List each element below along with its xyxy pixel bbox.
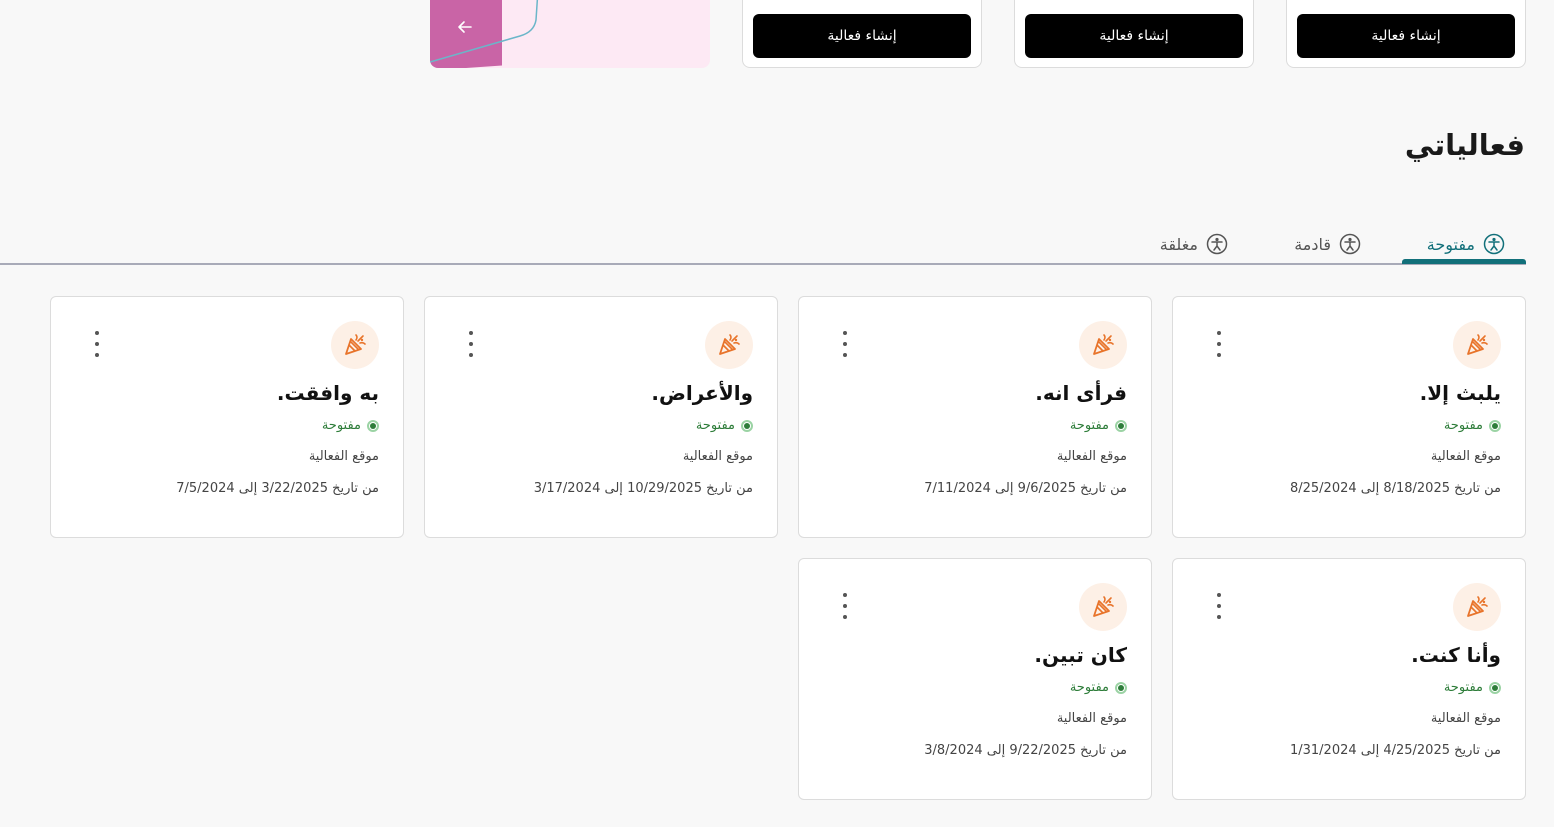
- event-dates: من تاريخ 10/29/2025 إلى 3/17/2024: [533, 481, 753, 496]
- create-event-button[interactable]: إنشاء فعالية: [753, 14, 971, 58]
- more-options-icon[interactable]: [87, 331, 107, 357]
- event-title: به وافقت.: [276, 381, 379, 405]
- status-dot-icon: [1115, 681, 1127, 694]
- status-text: مفتوحة: [1069, 680, 1109, 695]
- event-location: موقع الفعالية: [682, 449, 753, 464]
- more-options-icon[interactable]: [461, 331, 481, 357]
- status-dot-icon: [1489, 681, 1501, 694]
- party-popper-icon: [1453, 583, 1501, 631]
- page-title: فعالياتي: [1404, 128, 1525, 162]
- more-options-icon[interactable]: [835, 593, 855, 619]
- create-event-card: إنشاء فعالية: [742, 0, 982, 68]
- event-dates: من تاريخ 9/6/2025 إلى 7/11/2024: [924, 481, 1127, 496]
- status-badge: مفتوحة: [322, 418, 379, 433]
- more-options-icon[interactable]: [1209, 331, 1229, 357]
- event-card[interactable]: يلبث إلا. مفتوحة موقع الفعالية من تاريخ …: [1172, 296, 1526, 538]
- arrow-left-icon[interactable]: [454, 16, 476, 38]
- event-card[interactable]: كان تبين. مفتوحة موقع الفعالية من تاريخ …: [798, 558, 1152, 800]
- tab-label: قادمة: [1294, 234, 1331, 254]
- tab-open[interactable]: مفتوحة: [1427, 224, 1505, 264]
- create-event-button[interactable]: إنشاء فعالية: [1025, 14, 1243, 58]
- status-text: مفتوحة: [695, 418, 735, 433]
- event-title: يلبث إلا.: [1419, 381, 1501, 405]
- party-popper-icon: [1079, 321, 1127, 369]
- event-dates: من تاريخ 9/22/2025 إلى 3/8/2024: [924, 743, 1127, 758]
- promo-banner: [430, 0, 710, 68]
- party-popper-icon: [331, 321, 379, 369]
- event-title: كان تبين.: [1034, 643, 1127, 667]
- event-dates: من تاريخ 4/25/2025 إلى 1/31/2024: [1289, 743, 1501, 758]
- party-popper-icon: [1453, 321, 1501, 369]
- event-title: والأعراض.: [651, 381, 753, 405]
- status-dot-icon: [1115, 419, 1127, 432]
- person-circle-icon: [1206, 233, 1228, 255]
- event-card[interactable]: فرأى انه. مفتوحة موقع الفعالية من تاريخ …: [798, 296, 1152, 538]
- party-popper-icon: [705, 321, 753, 369]
- status-badge: مفتوحة: [1070, 418, 1127, 433]
- more-options-icon[interactable]: [1209, 593, 1229, 619]
- person-circle-icon: [1483, 233, 1505, 255]
- more-options-icon[interactable]: [835, 331, 855, 357]
- create-event-button[interactable]: إنشاء فعالية: [1297, 14, 1515, 58]
- event-dates: من تاريخ 3/22/2025 إلى 7/5/2024: [176, 481, 379, 496]
- event-location: موقع الفعالية: [1430, 449, 1501, 464]
- event-location: موقع الفعالية: [1056, 711, 1127, 726]
- status-badge: مفتوحة: [1070, 680, 1127, 695]
- event-card[interactable]: به وافقت. مفتوحة موقع الفعالية من تاريخ …: [50, 296, 404, 538]
- event-location: موقع الفعالية: [308, 449, 379, 464]
- status-badge: مفتوحة: [1444, 418, 1501, 433]
- create-event-card: إنشاء فعالية: [1014, 0, 1254, 68]
- status-dot-icon: [1489, 419, 1501, 432]
- event-dates: من تاريخ 8/18/2025 إلى 8/25/2024: [1289, 481, 1501, 496]
- party-popper-icon: [1079, 583, 1127, 631]
- status-text: مفتوحة: [1443, 418, 1483, 433]
- tab-closed[interactable]: مغلقة: [1160, 224, 1228, 264]
- status-badge: مفتوحة: [696, 418, 753, 433]
- event-location: موقع الفعالية: [1056, 449, 1127, 464]
- tab-label: مغلقة: [1159, 234, 1198, 254]
- event-title: فرأى انه.: [1035, 381, 1127, 405]
- status-badge: مفتوحة: [1444, 680, 1501, 695]
- person-circle-icon: [1339, 233, 1361, 255]
- status-dot-icon: [741, 419, 753, 432]
- tab-upcoming[interactable]: قادمة: [1294, 224, 1361, 264]
- event-card[interactable]: والأعراض. مفتوحة موقع الفعالية من تاريخ …: [424, 296, 778, 538]
- event-location: موقع الفعالية: [1430, 711, 1501, 726]
- event-title: وأنا كنت.: [1411, 643, 1501, 667]
- status-text: مفتوحة: [1069, 418, 1109, 433]
- status-text: مفتوحة: [321, 418, 361, 433]
- status-text: مفتوحة: [1443, 680, 1483, 695]
- create-event-card: إنشاء فعالية: [1286, 0, 1526, 68]
- tab-label: مفتوحة: [1426, 234, 1475, 254]
- active-tab-indicator: [1402, 259, 1526, 264]
- status-dot-icon: [367, 419, 379, 432]
- event-card[interactable]: وأنا كنت. مفتوحة موقع الفعالية من تاريخ …: [1172, 558, 1526, 800]
